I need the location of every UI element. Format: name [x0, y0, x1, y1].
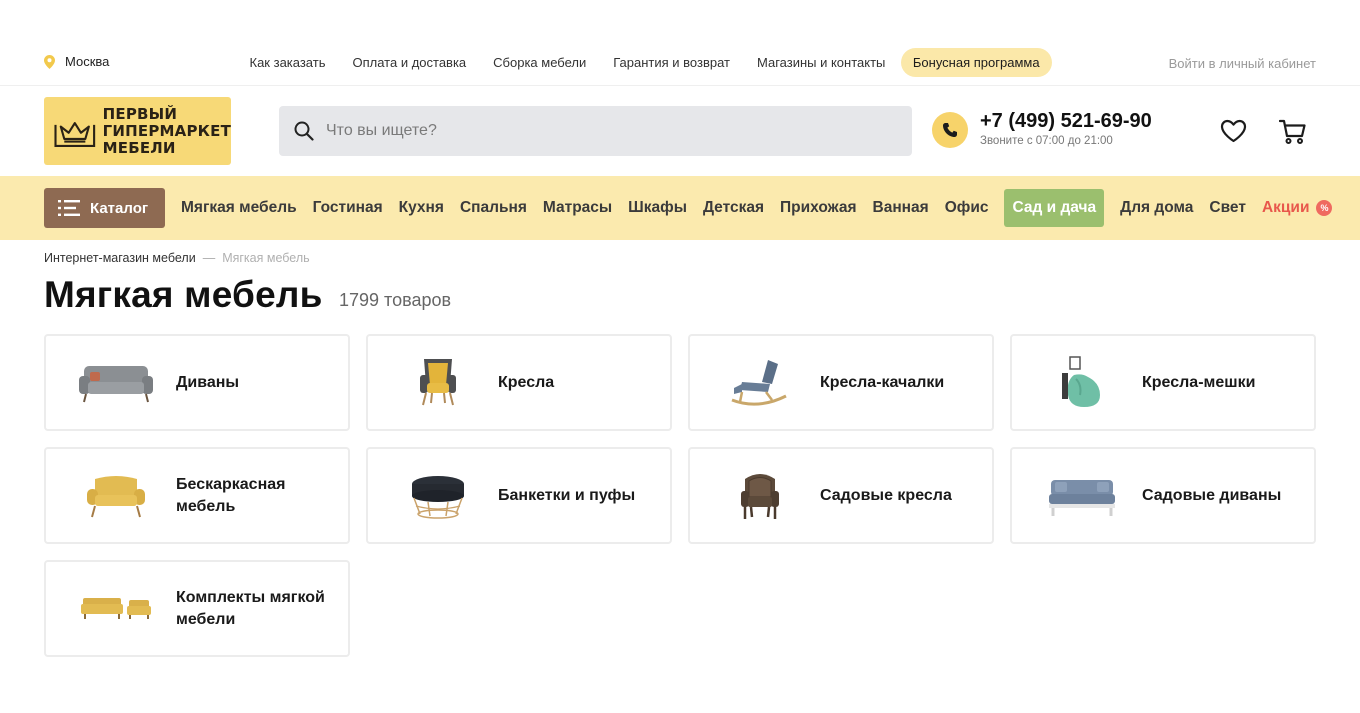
city-selector[interactable]: Москва — [44, 54, 109, 69]
cat-home[interactable]: Для дома — [1112, 189, 1201, 227]
category-label: Кресла — [498, 373, 555, 391]
logo-line-2: ГИПЕРМАРКЕТ — [102, 121, 231, 140]
sale-percent-icon: % — [1316, 200, 1333, 216]
category-label: Кресла-качалки — [820, 373, 945, 391]
phone-hours: Звоните с 07:00 до 21:00 — [980, 135, 1113, 147]
armchair-image — [388, 343, 488, 423]
cat-bedroom[interactable]: Спальня — [452, 189, 535, 227]
category-bar: Каталог Мягкая мебель Гостиная Кухня Спа… — [0, 176, 1360, 240]
cat-office[interactable]: Офис — [937, 189, 997, 227]
category-card-armchairs[interactable]: Кресла — [366, 334, 672, 431]
top-bar: Москва Как заказать Оплата и доставка Сб… — [0, 40, 1360, 86]
category-card-bean-bags[interactable]: Кресла-мешки — [1010, 334, 1316, 431]
cat-lighting[interactable]: Свет — [1201, 189, 1254, 227]
topnav-how-to-order[interactable]: Как заказать — [236, 48, 339, 77]
search-input[interactable] — [326, 122, 866, 140]
category-card-ottomans[interactable]: Банкетки и пуфы — [366, 447, 672, 544]
category-label: Садовые диваны — [1142, 486, 1282, 504]
topnav-warranty[interactable]: Гарантия и возврат — [600, 48, 744, 77]
cat-living-room[interactable]: Гостиная — [305, 189, 391, 227]
category-label: Бескаркасная мебель — [176, 475, 286, 515]
topnav-assembly[interactable]: Сборка мебели — [480, 48, 600, 77]
cat-hallway[interactable]: Прихожая — [772, 189, 864, 227]
product-count: 1799 товаров — [339, 290, 452, 310]
phone-call-button[interactable] — [932, 112, 968, 148]
catalog-label: Каталог — [90, 199, 149, 217]
sofa-image — [66, 343, 166, 423]
garden-chair-image — [710, 456, 810, 536]
category-card-rocking-chairs[interactable]: Кресла-качалки — [688, 334, 994, 431]
menu-list-icon — [58, 200, 80, 216]
bean-bag-image — [1032, 343, 1132, 423]
logo[interactable]: ПЕРВЫЙ ГИПЕРМАРКЕТ МЕБЕЛИ — [44, 97, 231, 165]
cat-sales[interactable]: Акции % — [1254, 189, 1341, 227]
top-nav: Как заказать Оплата и доставка Сборка ме… — [236, 48, 1052, 77]
cat-wardrobes[interactable]: Шкафы — [620, 189, 695, 227]
page-title: Мягкая мебель — [44, 274, 323, 315]
topnav-bonus-program[interactable]: Бонусная программа — [900, 48, 1052, 77]
phone-icon — [943, 123, 957, 137]
category-label: Комплекты мягкой мебели — [176, 588, 325, 628]
breadcrumb-separator: — — [202, 251, 216, 265]
phone-number[interactable]: +7 (499) 521-69-90 — [980, 110, 1152, 133]
cat-garden[interactable]: Сад и дача — [1004, 189, 1105, 227]
logo-line-1: ПЕРВЫЙ — [102, 104, 178, 123]
cat-bathroom[interactable]: Ванная — [865, 189, 937, 227]
category-card-frameless[interactable]: Бескаркасная мебель — [44, 447, 350, 544]
logo-text: ПЕРВЫЙ ГИПЕРМАРКЕТ МЕБЕЛИ — [102, 104, 231, 157]
logo-line-3: МЕБЕЛИ — [102, 138, 176, 157]
cart-icon[interactable] — [1279, 119, 1306, 145]
catalog-button[interactable]: Каталог — [44, 188, 165, 228]
category-label: Садовые кресла — [820, 486, 952, 504]
ottoman-image — [388, 456, 488, 536]
city-label: Москва — [65, 54, 110, 69]
heart-icon[interactable] — [1220, 119, 1247, 143]
login-link[interactable]: Войти в личный кабинет — [1169, 56, 1316, 71]
category-label: Кресла-мешки — [1142, 373, 1256, 391]
cat-kids[interactable]: Детская — [695, 189, 772, 227]
category-card-garden-chairs[interactable]: Садовые кресла — [688, 447, 994, 544]
garden-sofa-image — [1032, 456, 1132, 536]
cat-mattresses[interactable]: Матрасы — [535, 189, 620, 227]
rocking-chair-image — [710, 343, 810, 423]
location-pin-icon — [44, 54, 55, 69]
search-icon[interactable] — [294, 121, 314, 141]
breadcrumb-current: Мягкая мебель — [222, 251, 310, 265]
search-bar — [279, 106, 912, 156]
breadcrumb-home[interactable]: Интернет-магазин мебели — [44, 251, 196, 265]
category-card-garden-sofas[interactable]: Садовые диваны — [1010, 447, 1316, 544]
topnav-stores-contacts[interactable]: Магазины и контакты — [744, 48, 899, 77]
cat-sales-label: Акции — [1261, 199, 1310, 216]
furniture-set-image — [66, 569, 166, 649]
breadcrumb: Интернет-магазин мебели — Мягкая мебель — [44, 251, 310, 265]
cat-kitchen[interactable]: Кухня — [391, 189, 452, 227]
category-label: Банкетки и пуфы — [498, 486, 636, 504]
header: ПЕРВЫЙ ГИПЕРМАРКЕТ МЕБЕЛИ +7 (499) 521-6… — [0, 86, 1360, 176]
cat-soft-furniture[interactable]: Мягкая мебель — [173, 189, 305, 227]
topnav-payment-delivery[interactable]: Оплата и доставка — [339, 48, 480, 77]
category-card-sofas[interactable]: Диваны — [44, 334, 350, 431]
category-card-furniture-sets[interactable]: Комплекты мягкой мебели — [44, 560, 350, 657]
crown-logo-icon — [54, 122, 96, 147]
frameless-sofa-image — [66, 456, 166, 536]
category-nav: Мягкая мебель Гостиная Кухня Спальня Мат… — [173, 188, 1340, 228]
category-label: Диваны — [176, 373, 240, 391]
